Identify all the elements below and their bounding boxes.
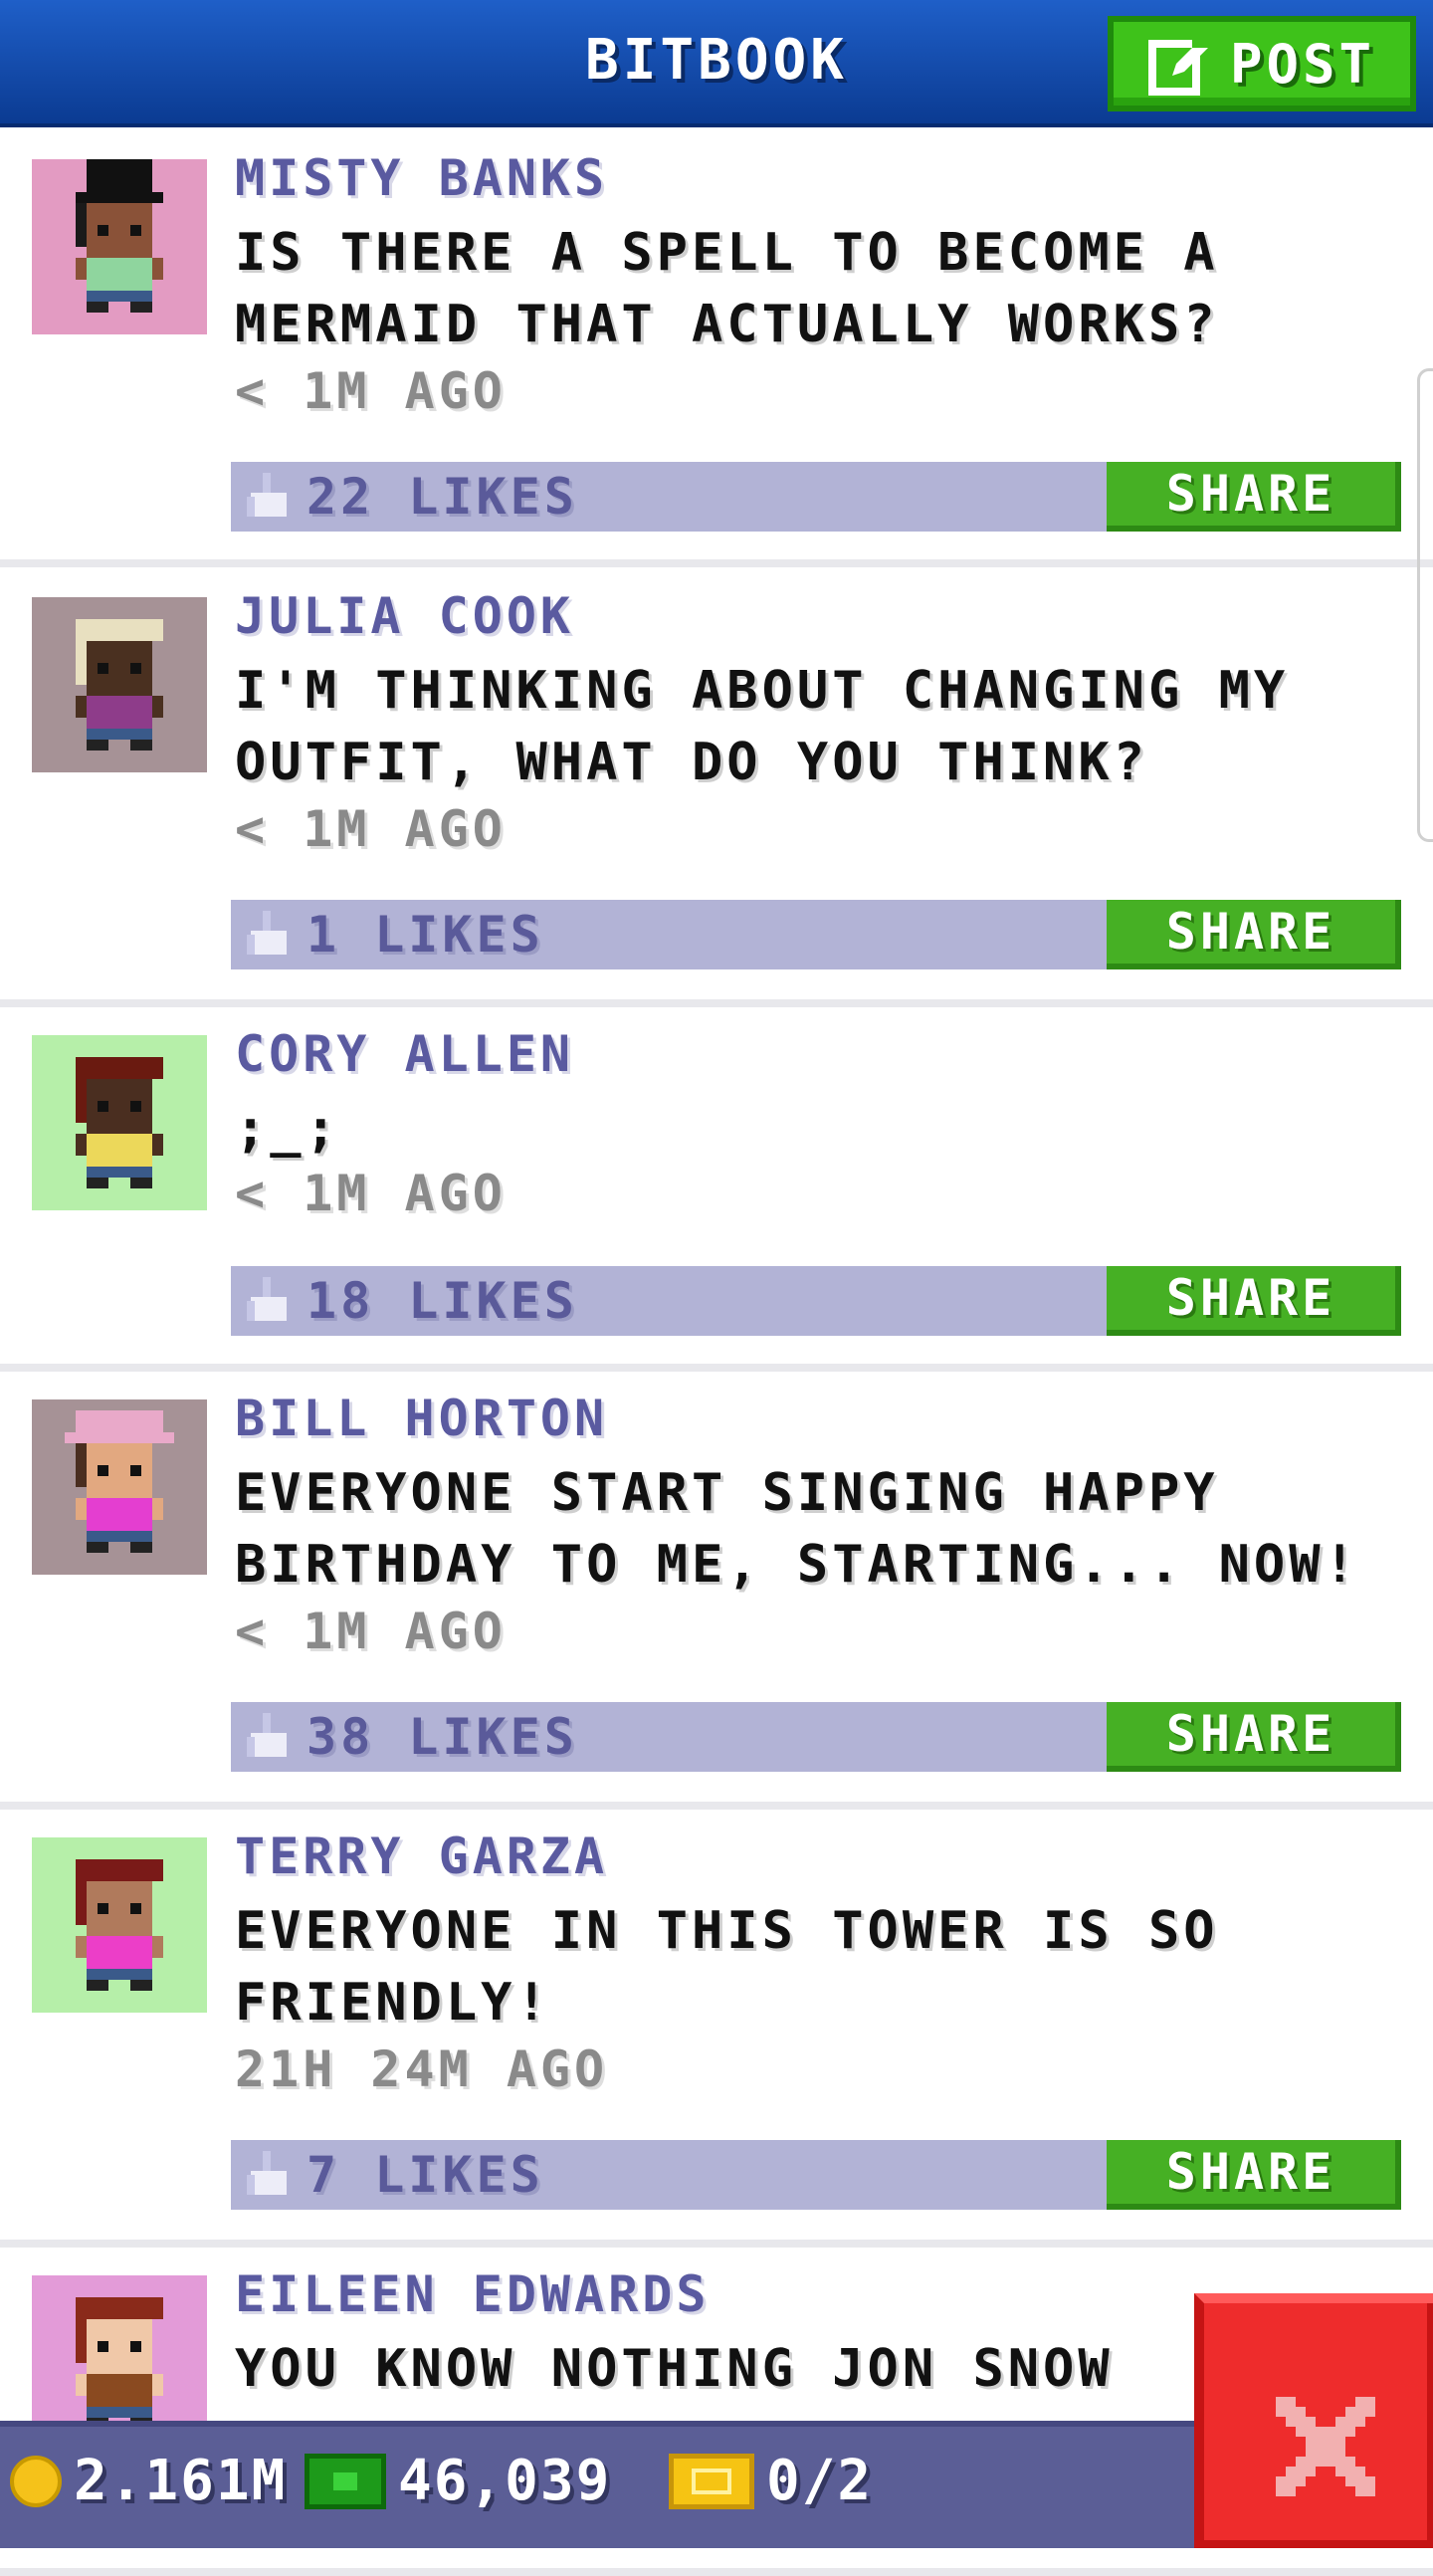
avatar[interactable] — [32, 1399, 207, 1575]
post-author[interactable]: TERRY GARZA — [235, 1827, 608, 1885]
likes-bar: 7 LIKES SHARE — [231, 2140, 1401, 2210]
avatar[interactable] — [32, 597, 207, 772]
likes-count: 1 LIKES — [307, 906, 544, 964]
likes-count: 22 LIKES — [307, 468, 578, 526]
app-header: BITBOOK POST — [0, 0, 1433, 127]
post-item: JULIA COOK I'M THINKING ABOUT CHANGING M… — [0, 569, 1433, 1007]
likes-bar: 22 LIKES SHARE — [231, 462, 1401, 532]
thumbs-up-icon[interactable] — [247, 472, 291, 522]
likes-count: 18 LIKES — [307, 1272, 578, 1330]
edit-icon — [1147, 36, 1208, 96]
close-icon — [1276, 2397, 1375, 2496]
thumbs-up-icon[interactable] — [247, 2150, 291, 2200]
post-timestamp: 21H 24M AGO — [235, 2040, 609, 2098]
bux-value: 46,039 — [398, 2449, 612, 2513]
tickets-value: 0/2 — [766, 2449, 874, 2513]
post-author[interactable]: MISTY BANKS — [235, 149, 608, 207]
post-item: BILL HORTON EVERYONE START SINGING HAPPY… — [0, 1372, 1433, 1810]
thumbs-up-icon[interactable] — [247, 910, 291, 960]
post-timestamp: < 1M AGO — [235, 362, 507, 420]
post-author[interactable]: BILL HORTON — [235, 1390, 608, 1447]
thumbs-up-icon[interactable] — [247, 1276, 291, 1326]
avatar[interactable] — [32, 1837, 207, 2013]
post-item: MISTY BANKS IS THERE A SPELL TO BECOME A… — [0, 131, 1433, 567]
post-label: POST — [1229, 32, 1376, 96]
post-button[interactable]: POST — [1108, 16, 1416, 111]
coins-stat: 2.161M — [10, 2449, 287, 2513]
post-message: IS THERE A SPELL TO BECOME A MERMAID THA… — [235, 223, 1219, 354]
ticket-icon — [669, 2453, 754, 2509]
close-button[interactable] — [1194, 2293, 1433, 2548]
avatar[interactable] — [32, 159, 207, 334]
bux-icon — [305, 2453, 386, 2509]
avatar[interactable] — [32, 1035, 207, 1210]
likes-count: 38 LIKES — [307, 1708, 578, 1766]
coins-value: 2.161M — [74, 2449, 288, 2513]
share-button[interactable]: SHARE — [1107, 462, 1401, 532]
share-button[interactable]: SHARE — [1107, 900, 1401, 969]
post-timestamp: < 1M AGO — [235, 800, 507, 858]
post-timestamp: < 1M AGO — [235, 1165, 507, 1222]
share-button[interactable]: SHARE — [1107, 1702, 1401, 1772]
post-item: CORY ALLEN ;_; < 1M AGO 18 LIKES SHARE — [0, 1007, 1433, 1372]
scroll-indicator[interactable] — [1417, 368, 1433, 842]
likes-count: 7 LIKES — [307, 2146, 544, 2204]
post-author[interactable]: CORY ALLEN — [235, 1025, 574, 1083]
post-message: I'M THINKING ABOUT CHANGING MY OUTFIT, W… — [235, 661, 1290, 792]
likes-bar: 38 LIKES SHARE — [231, 1702, 1401, 1772]
post-timestamp: < 1M AGO — [235, 1603, 507, 1660]
tickets-stat: 0/2 — [669, 2449, 873, 2513]
share-button[interactable]: SHARE — [1107, 1266, 1401, 1336]
post-author[interactable]: JULIA COOK — [235, 587, 574, 645]
post-message: ;_; — [235, 1099, 340, 1159]
post-item: TERRY GARZA EVERYONE IN THIS TOWER IS SO… — [0, 1810, 1433, 2248]
share-button[interactable]: SHARE — [1107, 2140, 1401, 2210]
coin-icon — [10, 2455, 62, 2507]
likes-bar: 1 LIKES SHARE — [231, 900, 1401, 969]
thumbs-up-icon[interactable] — [247, 1712, 291, 1762]
likes-bar: 18 LIKES SHARE — [231, 1266, 1401, 1336]
post-message: EVERYONE IN THIS TOWER IS SO FRIENDLY! — [235, 1901, 1219, 2033]
post-author[interactable]: EILEEN EDWARDS — [235, 2265, 710, 2323]
bux-stat: 46,039 — [305, 2449, 611, 2513]
post-message: EVERYONE START SINGING HAPPY BIRTHDAY TO… — [235, 1463, 1359, 1595]
